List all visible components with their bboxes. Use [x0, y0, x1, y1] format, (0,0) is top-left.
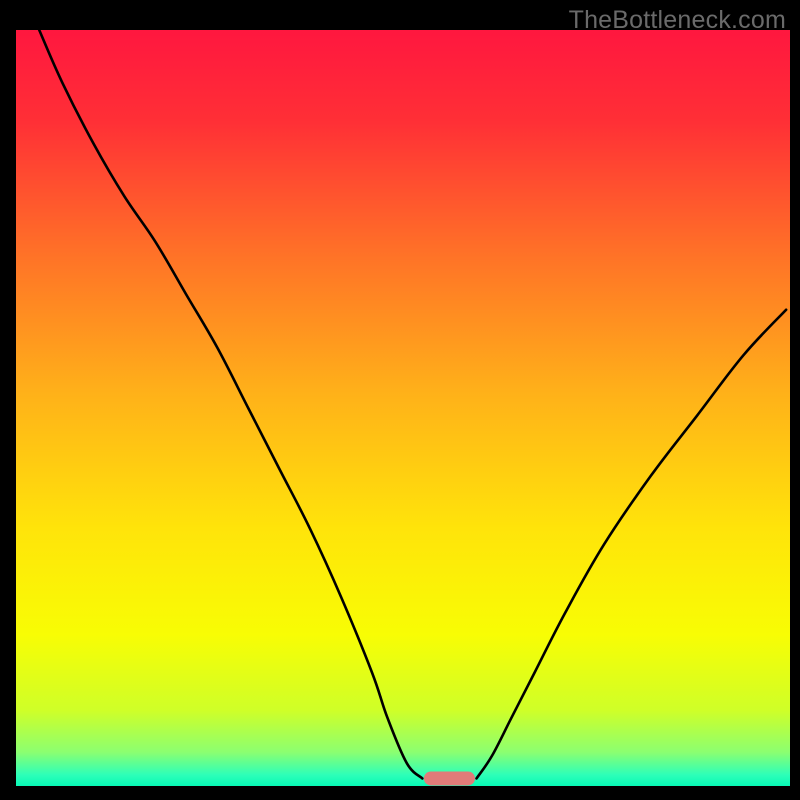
bottleneck-chart: TheBottleneck.com: [0, 0, 800, 800]
optimal-marker: [424, 771, 475, 785]
chart-svg: [0, 0, 800, 800]
plot-area: [16, 30, 790, 786]
attribution-label: TheBottleneck.com: [569, 6, 786, 35]
